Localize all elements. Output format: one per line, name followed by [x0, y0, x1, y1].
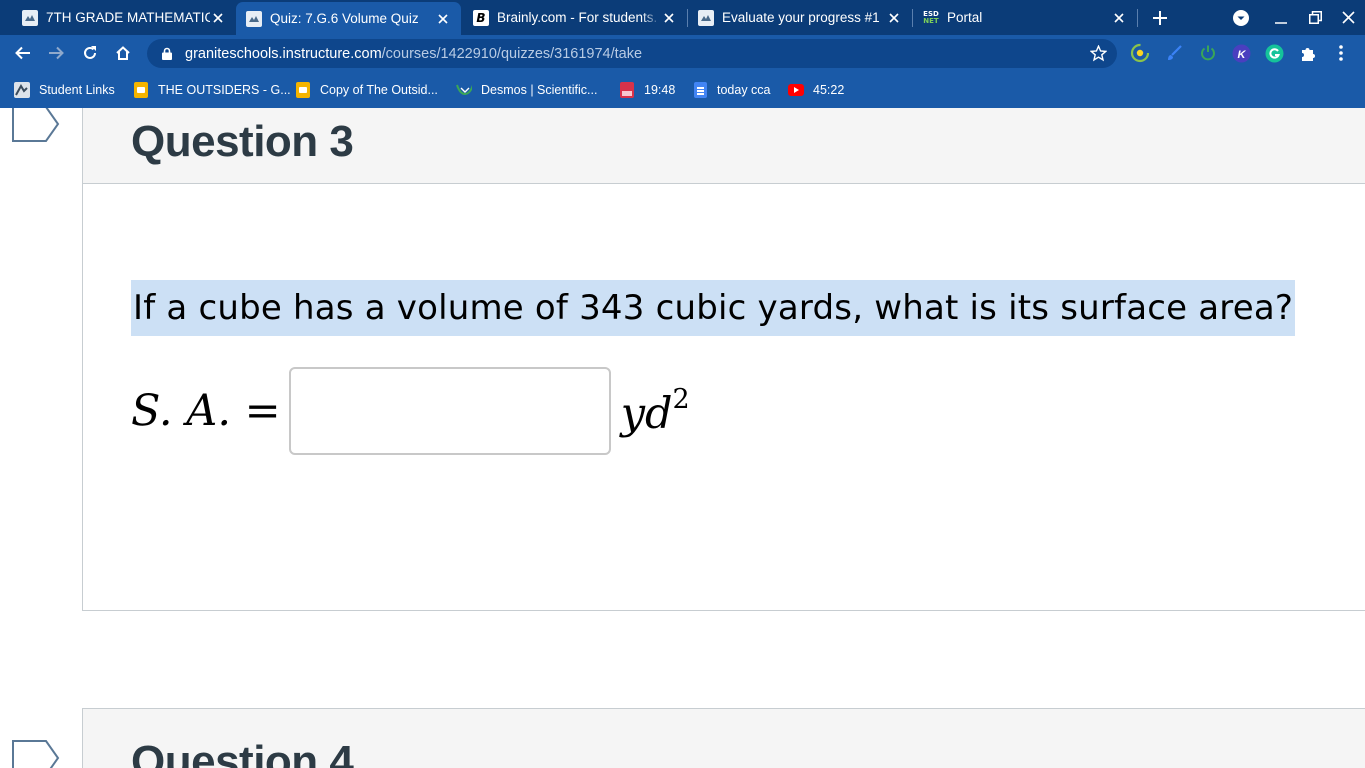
chevron-down-circle-icon — [1233, 9, 1249, 26]
tab-title: Brainly.com - For students. By — [497, 10, 661, 25]
tab-portal[interactable]: ESD NET Portal — [913, 2, 1137, 33]
canvas-icon — [246, 10, 262, 27]
google-docs-icon — [692, 82, 708, 98]
arrow-right-icon — [49, 46, 64, 60]
question-title: Question 3 — [131, 117, 354, 166]
bookmark-label: today cca — [717, 83, 771, 97]
tab-separator — [1137, 9, 1138, 27]
question-header: Question 4 — [83, 709, 1365, 768]
tab-volume-quiz[interactable]: Quiz: 7.G.6 Volume Quiz — [236, 2, 461, 35]
question-title: Question 4 — [131, 737, 354, 768]
bookmark-label: 19:48 — [644, 83, 676, 97]
address-bar[interactable]: graniteschools.instructure.com/courses/1… — [147, 39, 1117, 68]
bookmark-label: THE OUTSIDERS - G... — [158, 83, 291, 97]
bookmarks-bar: Student Links THE OUTSIDERS - G... Copy … — [0, 72, 1365, 108]
timer-icon — [619, 82, 635, 98]
close-icon[interactable] — [210, 10, 226, 26]
close-icon[interactable] — [435, 11, 451, 27]
reload-button[interactable] — [75, 37, 105, 69]
tab-title: 7TH GRADE MATHEMATICS — [46, 10, 210, 25]
home-button[interactable] — [108, 37, 138, 69]
browser-toolbar: graniteschools.instructure.com/courses/1… — [0, 35, 1365, 72]
unit-label: yd2 — [621, 384, 690, 439]
flag-question-icon[interactable] — [12, 740, 60, 768]
tab-search-button[interactable] — [1228, 0, 1254, 35]
answer-equation: S. A. = yd2 — [131, 366, 690, 456]
bookmark-video-4522[interactable]: 45:22 — [788, 80, 844, 100]
svg-text:K: K — [1237, 48, 1246, 60]
k-icon[interactable]: K — [1231, 43, 1251, 63]
arrow-left-icon — [15, 46, 30, 60]
plus-icon — [1153, 10, 1167, 25]
minimize-button[interactable] — [1268, 0, 1294, 35]
tab-title: Quiz: 7.G.6 Volume Quiz — [270, 11, 419, 26]
bookmark-desmos[interactable]: Desmos | Scientific... — [456, 80, 597, 100]
question-3-card: Question 3 If a cube has a volume of 343… — [82, 108, 1365, 611]
tab-7th-grade-mathematics[interactable]: 7TH GRADE MATHEMATICS — [12, 2, 236, 33]
bookmark-star-icon[interactable] — [1089, 44, 1108, 67]
bookmark-label: Copy of The Outsid... — [320, 83, 438, 97]
url-text: graniteschools.instructure.com/courses/1… — [185, 46, 642, 62]
bookmark-student-links[interactable]: Student Links — [14, 80, 115, 100]
student-links-icon — [14, 82, 30, 98]
close-icon[interactable] — [661, 10, 677, 26]
tab-evaluate-progress[interactable]: Evaluate your progress #1 — [688, 2, 912, 33]
restore-icon — [1308, 11, 1322, 24]
bookmark-today-cca[interactable]: today cca — [692, 80, 771, 100]
esd-net-icon: ESD NET — [923, 9, 939, 25]
new-tab-button[interactable] — [1146, 0, 1174, 35]
url-path: /courses/1422910/quizzes/3161974/take — [381, 45, 643, 62]
bookmark-label: 45:22 — [813, 83, 845, 97]
bookmark-the-outsiders[interactable]: THE OUTSIDERS - G... — [133, 80, 291, 100]
screencastify-icon[interactable] — [1130, 43, 1150, 63]
canvas-icon — [698, 9, 714, 26]
puzzle-icon[interactable] — [1298, 43, 1318, 63]
brainly-icon: B — [473, 9, 489, 26]
bookmark-copy-of-the-outsiders[interactable]: Copy of The Outsid... — [295, 80, 438, 100]
reload-icon — [84, 46, 96, 59]
question-4-card: Question 4 — [82, 708, 1365, 768]
flag-question-icon[interactable] — [12, 108, 60, 144]
google-slides-icon — [133, 82, 149, 98]
lock-icon — [159, 47, 175, 60]
question-body: If a cube has a volume of 343 cubic yard… — [83, 184, 1365, 610]
url-domain: graniteschools.instructure.com — [185, 45, 382, 62]
close-icon[interactable] — [1111, 10, 1127, 26]
forward-button[interactable] — [41, 37, 71, 69]
power-icon[interactable] — [1198, 43, 1218, 63]
tab-title: Portal — [947, 10, 983, 25]
brush-icon[interactable] — [1165, 43, 1185, 63]
tab-title: Evaluate your progress #1 — [722, 10, 880, 25]
question-header: Question 3 — [83, 108, 1365, 184]
quiz-page: Question 3 If a cube has a volume of 343… — [0, 108, 1365, 768]
restore-button[interactable] — [1302, 0, 1328, 35]
bookmark-label: Student Links — [39, 83, 115, 97]
close-icon — [1341, 11, 1355, 24]
google-slides-icon — [295, 82, 311, 98]
minimize-icon — [1275, 21, 1287, 24]
back-button[interactable] — [8, 37, 38, 69]
unit-text: yd — [620, 388, 673, 439]
grammarly-icon[interactable] — [1264, 43, 1284, 63]
desmos-icon — [456, 82, 472, 98]
unit-exponent: 2 — [672, 383, 690, 415]
bookmark-label: Desmos | Scientific... — [481, 83, 598, 97]
surface-area-answer-input[interactable] — [288, 367, 611, 455]
home-icon — [116, 46, 130, 60]
bookmark-timer-1948[interactable]: 19:48 — [619, 80, 675, 100]
question-text: If a cube has a volume of 343 cubic yard… — [131, 280, 1296, 336]
canvas-icon — [22, 9, 38, 26]
tab-brainly[interactable]: B Brainly.com - For students. By — [463, 2, 687, 33]
youtube-icon — [788, 82, 804, 98]
more-icon[interactable] — [1331, 43, 1351, 63]
close-window-button[interactable] — [1335, 0, 1361, 35]
tab-strip: 7TH GRADE MATHEMATICS Quiz: 7.G.6 Volume… — [0, 0, 1365, 35]
equation-prefix: S. A. = — [131, 386, 281, 436]
close-icon[interactable] — [886, 10, 902, 26]
